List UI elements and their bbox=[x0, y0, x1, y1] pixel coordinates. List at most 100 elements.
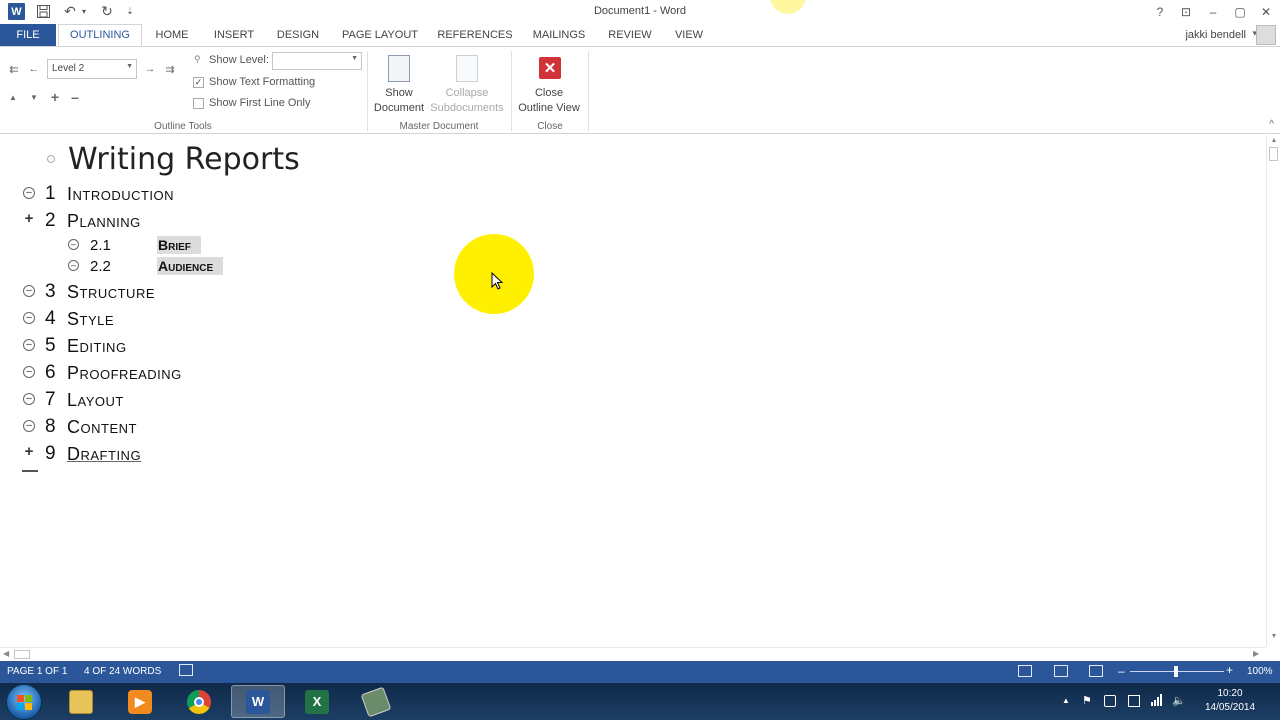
item-number: 8 bbox=[45, 416, 56, 437]
outline-item[interactable]: – 1 Introduction bbox=[0, 182, 700, 208]
outline-subitem[interactable]: – 2.1 Brief bbox=[0, 236, 700, 256]
promote-to-heading-1-icon[interactable]: ⇇ bbox=[6, 61, 22, 77]
show-document-icon[interactable] bbox=[388, 55, 410, 82]
close-outline-view-label-2: Outline View bbox=[518, 102, 580, 114]
user-name[interactable]: jakki bendell bbox=[1185, 29, 1246, 41]
vertical-scrollbar[interactable]: ▲ ▼ bbox=[1266, 135, 1280, 647]
taskbar-word[interactable]: W bbox=[231, 685, 285, 718]
help-icon[interactable]: ? bbox=[1148, 2, 1172, 21]
outline-item[interactable]: – 5 Editing bbox=[0, 334, 700, 360]
tab-outlining[interactable]: OUTLINING bbox=[58, 24, 142, 46]
tool-icon bbox=[360, 686, 392, 717]
collapse-subdocuments-label-2: Subdocuments bbox=[430, 102, 504, 114]
system-clock[interactable]: 10:20 14/05/2014 bbox=[1200, 687, 1260, 715]
collapse-symbol-icon[interactable]: – bbox=[23, 285, 35, 297]
tab-view[interactable]: VIEW bbox=[666, 24, 712, 46]
scroll-up-icon[interactable]: ▲ bbox=[1268, 137, 1280, 144]
scroll-thumb[interactable] bbox=[1269, 147, 1278, 161]
move-up-icon[interactable]: ▲ bbox=[5, 89, 21, 105]
taskbar-excel[interactable]: X bbox=[290, 685, 344, 718]
zoom-level[interactable]: 100% bbox=[1247, 666, 1273, 677]
show-hidden-icons-icon[interactable]: ▲ bbox=[1062, 696, 1070, 705]
word-window: W ↶ ▾ ↻ ⇣ Document1 - Word ? ⊡ – ▢ ✕ FIL… bbox=[0, 0, 1280, 720]
document-title[interactable]: Writing Reports bbox=[68, 142, 300, 177]
collapse-ribbon-icon[interactable]: ^ bbox=[1269, 119, 1274, 130]
collapse-symbol-icon[interactable]: – bbox=[68, 239, 79, 250]
collapse-symbol-icon[interactable]: – bbox=[23, 366, 35, 378]
network-app-icon[interactable] bbox=[1104, 695, 1116, 707]
outline-subitem[interactable]: – 2.2 Audience bbox=[0, 257, 700, 277]
close-outline-view-button[interactable]: Close Outline View bbox=[514, 86, 584, 116]
collapse-icon[interactable]: – bbox=[67, 89, 83, 105]
outline-item[interactable]: – 4 Style bbox=[0, 307, 700, 333]
show-first-line-only-checkbox[interactable] bbox=[193, 98, 204, 109]
volume-icon[interactable]: 🔈 bbox=[1172, 694, 1186, 707]
horizontal-scrollbar[interactable]: ◀ ▶ bbox=[0, 647, 1266, 661]
collapse-symbol-icon[interactable]: – bbox=[23, 393, 35, 405]
show-text-formatting-checkbox[interactable]: ✓ bbox=[193, 77, 204, 88]
expand-icon[interactable]: + bbox=[47, 89, 63, 105]
outline-item[interactable]: – 6 Proofreading bbox=[0, 361, 700, 387]
minimize-icon[interactable]: – bbox=[1201, 2, 1225, 21]
action-center-flag-icon[interactable]: ⚑ bbox=[1082, 694, 1092, 707]
item-text: Layout bbox=[67, 390, 124, 410]
outline-item[interactable]: – 3 Structure bbox=[0, 280, 700, 306]
maximize-icon[interactable]: ▢ bbox=[1228, 2, 1252, 21]
web-layout-icon[interactable] bbox=[1089, 665, 1103, 677]
avatar[interactable] bbox=[1256, 25, 1276, 45]
outline-item[interactable]: – 7 Layout bbox=[0, 388, 700, 414]
collapse-symbol-icon[interactable]: – bbox=[68, 260, 79, 271]
tab-file[interactable]: FILE bbox=[0, 24, 56, 46]
scroll-left-icon[interactable]: ◀ bbox=[3, 649, 9, 658]
folder-icon bbox=[69, 689, 93, 714]
scroll-down-icon[interactable]: ▼ bbox=[1268, 633, 1280, 640]
taskbar-media-player[interactable]: ▶ bbox=[113, 685, 167, 718]
zoom-slider-thumb[interactable] bbox=[1174, 666, 1178, 677]
show-level-select[interactable]: ▼ bbox=[272, 52, 362, 70]
word-count[interactable]: 4 OF 24 WORDS bbox=[84, 666, 161, 677]
move-down-icon[interactable]: ▼ bbox=[26, 89, 42, 105]
outline-item[interactable]: + 2 Planning bbox=[0, 209, 700, 235]
read-mode-icon[interactable] bbox=[1018, 665, 1032, 677]
tab-page-layout[interactable]: PAGE LAYOUT bbox=[335, 24, 425, 46]
close-outline-view-icon[interactable]: ✕ bbox=[539, 57, 561, 79]
zoom-in-icon[interactable]: + bbox=[1226, 663, 1233, 677]
collapse-symbol-icon[interactable]: – bbox=[23, 312, 35, 324]
app-tray-icon[interactable] bbox=[1128, 695, 1140, 707]
tab-references[interactable]: REFERENCES bbox=[433, 24, 517, 46]
outline-level-select[interactable]: Level 2 ▼ bbox=[47, 59, 137, 79]
subitem-text: Brief bbox=[157, 236, 201, 254]
start-button[interactable] bbox=[6, 684, 42, 720]
print-layout-icon[interactable] bbox=[1054, 665, 1068, 677]
collapse-symbol-icon[interactable]: – bbox=[23, 187, 35, 199]
zoom-out-icon[interactable]: – bbox=[1118, 664, 1125, 678]
collapse-symbol-icon[interactable]: – bbox=[23, 420, 35, 432]
scroll-right-icon[interactable]: ▶ bbox=[1253, 649, 1259, 658]
tab-mailings[interactable]: MAILINGS bbox=[525, 24, 593, 46]
tab-insert[interactable]: INSERT bbox=[206, 24, 262, 46]
demote-icon[interactable]: → bbox=[142, 61, 158, 77]
title-bullet-icon[interactable] bbox=[47, 155, 55, 163]
taskbar-explorer[interactable] bbox=[54, 685, 108, 718]
tab-design[interactable]: DESIGN bbox=[270, 24, 326, 46]
collapse-symbol-icon[interactable]: – bbox=[23, 339, 35, 351]
show-document-button[interactable]: Show Document bbox=[368, 86, 430, 116]
close-window-icon[interactable]: ✕ bbox=[1254, 2, 1278, 21]
outline-item[interactable]: + 9 Drafting bbox=[0, 442, 700, 468]
expand-symbol-icon[interactable]: + bbox=[23, 211, 35, 226]
ribbon-display-options-icon[interactable]: ⊡ bbox=[1174, 2, 1198, 21]
page-count[interactable]: PAGE 1 OF 1 bbox=[7, 666, 67, 677]
taskbar-chrome[interactable] bbox=[172, 685, 226, 718]
scroll-thumb[interactable] bbox=[14, 650, 30, 659]
tab-home[interactable]: HOME bbox=[146, 24, 198, 46]
demote-to-body-text-icon[interactable]: ⇉ bbox=[162, 61, 178, 77]
outline-item[interactable]: – 8 Content bbox=[0, 415, 700, 441]
tab-review[interactable]: REVIEW bbox=[603, 24, 657, 46]
clock-date: 14/05/2014 bbox=[1204, 702, 1256, 713]
signal-strength-icon[interactable] bbox=[1151, 694, 1163, 709]
show-text-formatting-label: Show Text Formatting bbox=[209, 76, 316, 88]
taskbar-other-app[interactable] bbox=[349, 685, 403, 718]
promote-icon[interactable]: ← bbox=[26, 61, 42, 77]
expand-symbol-icon[interactable]: + bbox=[23, 444, 35, 459]
proofing-icon[interactable] bbox=[179, 664, 193, 676]
